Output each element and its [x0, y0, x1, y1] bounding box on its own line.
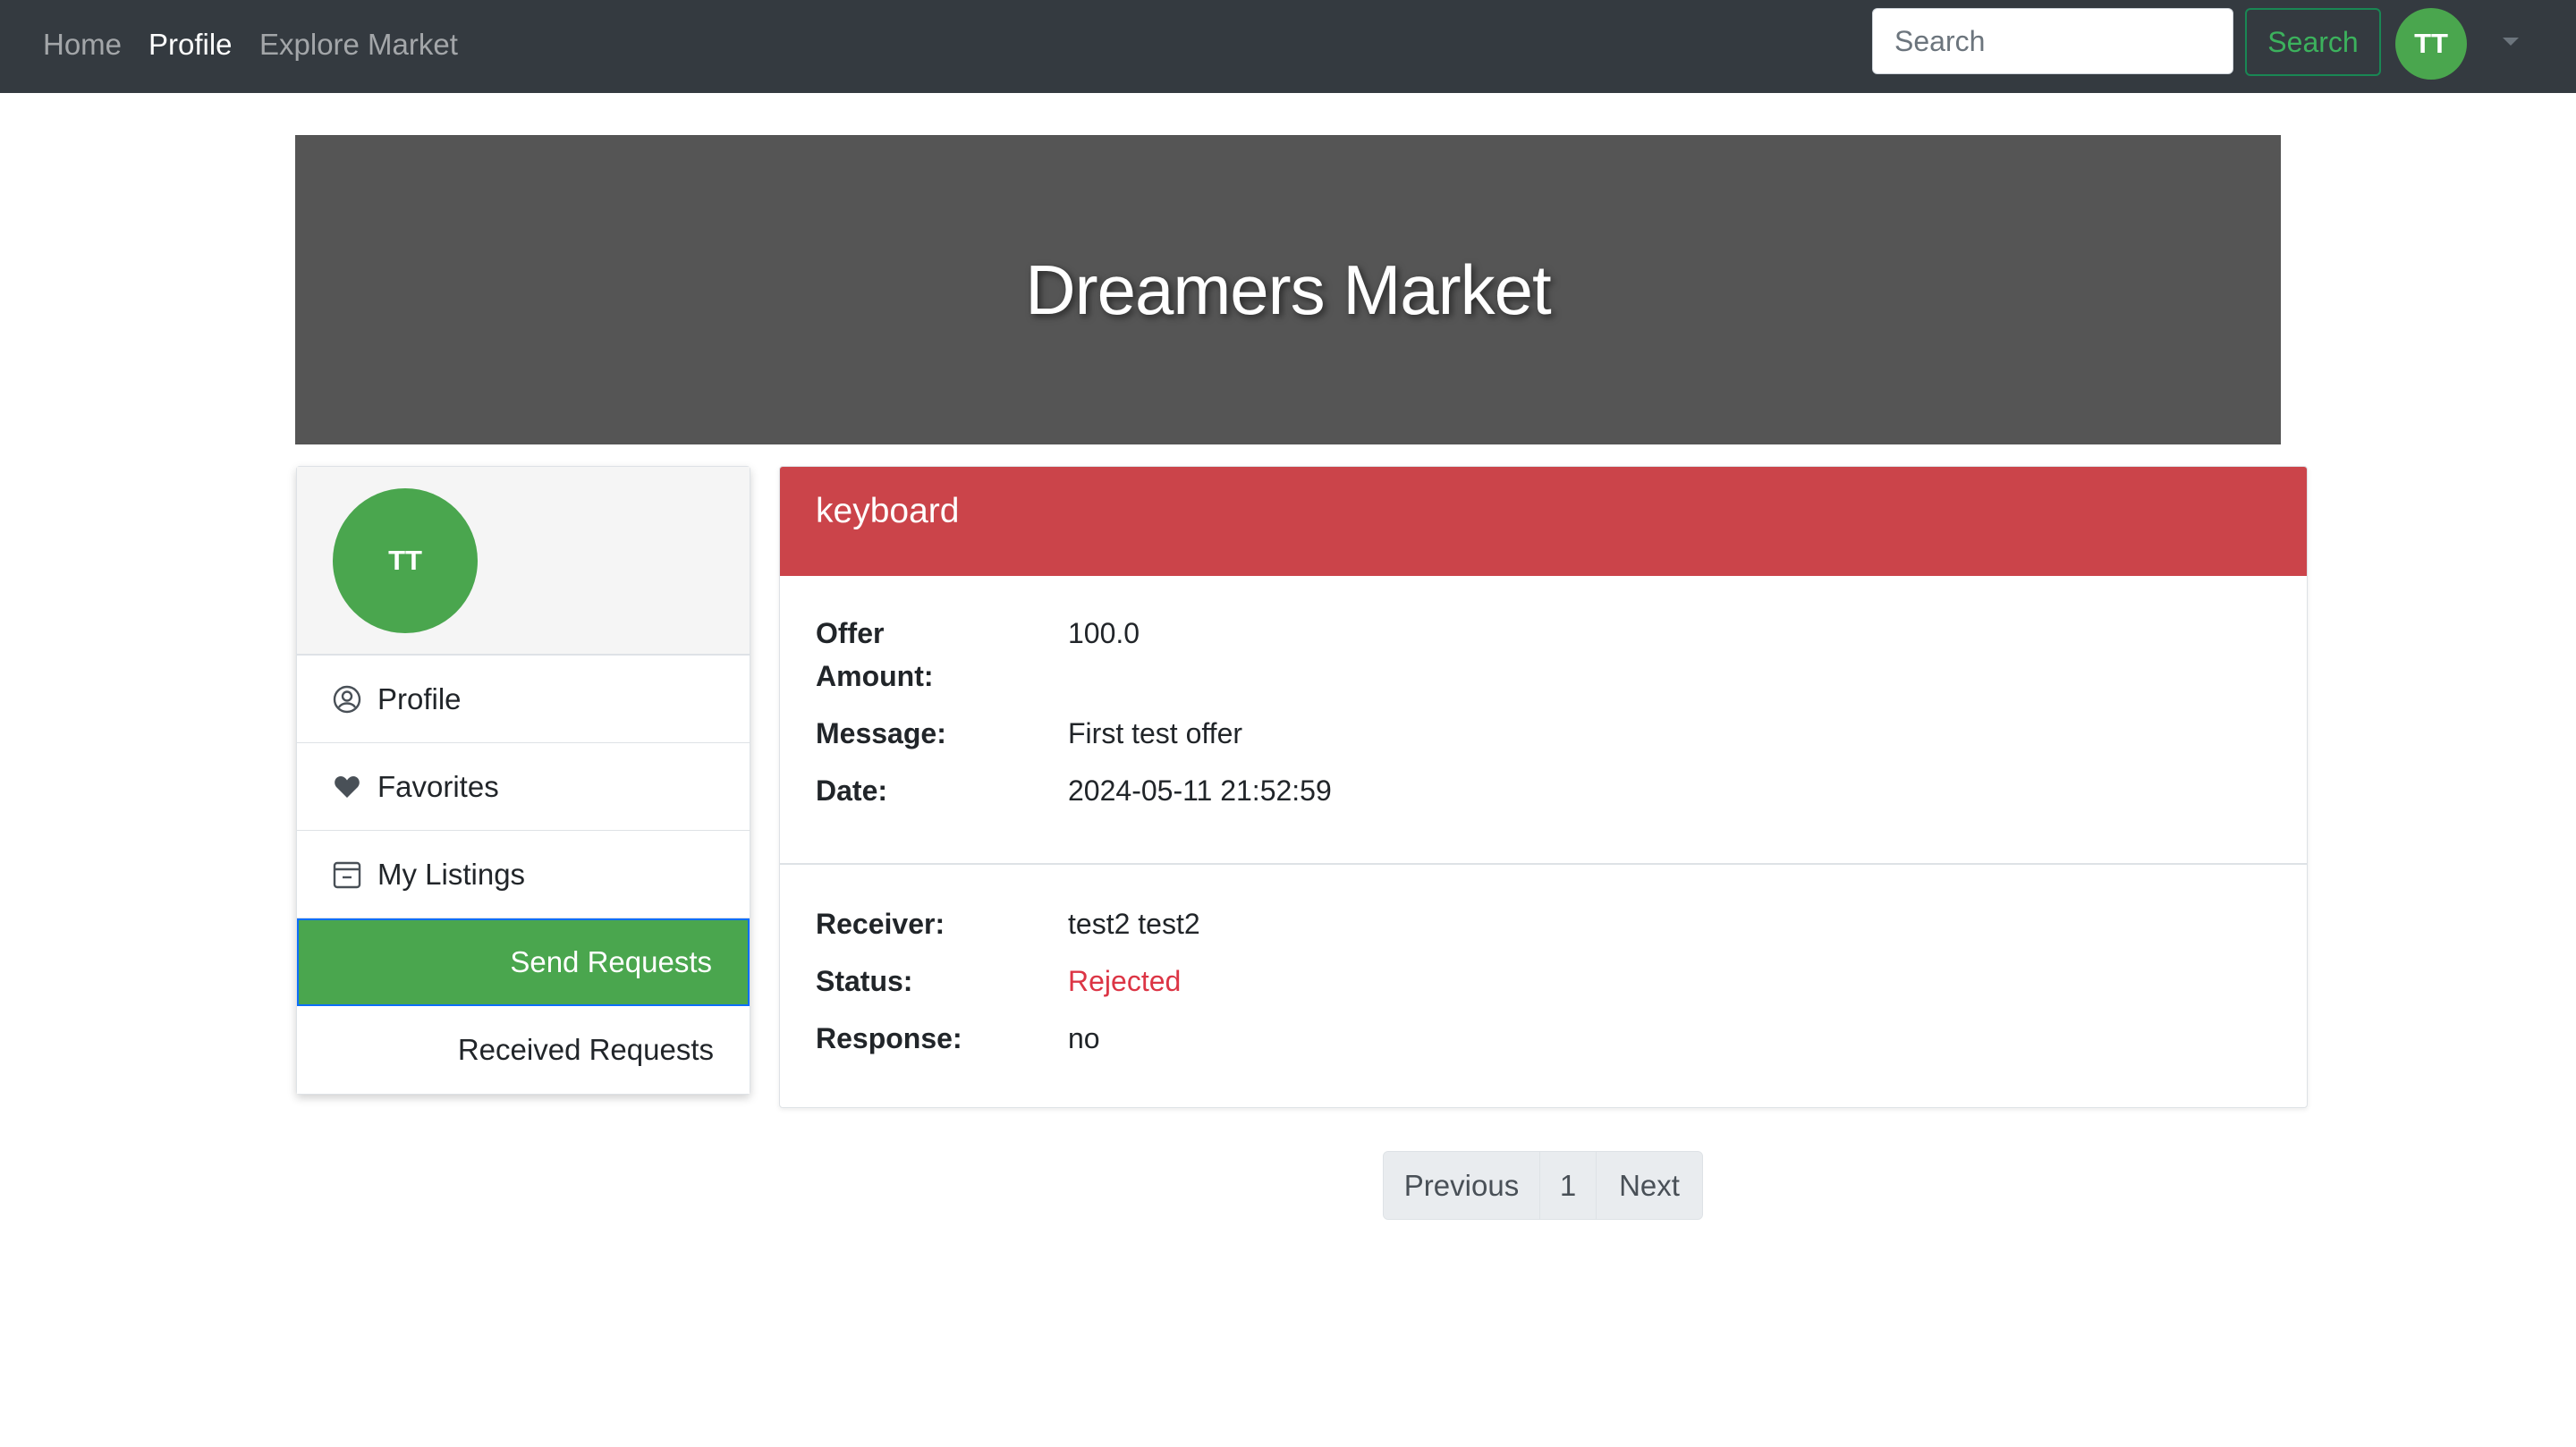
- sidebar-item-profile[interactable]: Profile: [297, 656, 750, 743]
- sidebar-item-label: Favorites: [377, 769, 499, 803]
- dropdown-caret-icon[interactable]: [2503, 38, 2519, 46]
- banner-title: Dreamers Market: [1025, 250, 1551, 329]
- receiver-value: test2 test2: [1068, 908, 1200, 940]
- offer-amount-label: Offer Amount:: [816, 617, 934, 692]
- sidebar-item-label: Send Requests: [510, 945, 712, 978]
- user-circle-icon: [333, 685, 361, 714]
- top-navbar: Home Profile Explore Market Search TT: [0, 0, 2576, 93]
- offer-amount-row: Offer Amount: 100.0: [816, 612, 1140, 698]
- sidebar-item-favorites[interactable]: Favorites: [297, 743, 750, 831]
- offer-details-section: Offer Amount: 100.0 Message: First test …: [780, 576, 2307, 865]
- pagination: Previous 1 Next: [1383, 1151, 1703, 1220]
- sidebar-item-label: Profile: [377, 681, 462, 715]
- search-button[interactable]: Search: [2245, 8, 2381, 76]
- offer-card: keyboard Offer Amount: 100.0 Message: Fi…: [779, 466, 2308, 1108]
- message-label: Message:: [816, 717, 946, 749]
- date-label: Date:: [816, 774, 888, 807]
- nav-link-explore-market[interactable]: Explore Market: [259, 27, 458, 63]
- status-badge: Rejected: [1068, 965, 1182, 997]
- calendar-minus-icon: [333, 860, 361, 889]
- user-avatar[interactable]: TT: [2395, 8, 2467, 80]
- date-value: 2024-05-11 21:52:59: [1068, 774, 1332, 807]
- pagination-page-1[interactable]: 1: [1540, 1152, 1597, 1219]
- pagination-previous-button[interactable]: Previous: [1384, 1152, 1540, 1219]
- sidebar-item-received-requests[interactable]: Received Requests: [297, 1006, 750, 1094]
- status-row: Status: Rejected: [816, 960, 1181, 1003]
- search-input[interactable]: [1872, 8, 2233, 74]
- sidebar-item-my-listings[interactable]: My Listings: [297, 831, 750, 918]
- offer-title: keyboard: [780, 467, 2307, 576]
- pagination-next-button[interactable]: Next: [1597, 1152, 1702, 1219]
- response-label: Response:: [816, 1022, 962, 1054]
- offer-amount-value: 100.0: [1068, 617, 1140, 649]
- message-value: First test offer: [1068, 717, 1243, 749]
- profile-avatar: TT: [333, 488, 478, 633]
- sidebar-header: TT: [297, 467, 750, 656]
- sidebar-item-send-requests[interactable]: Send Requests: [297, 918, 750, 1006]
- date-row: Date: 2024-05-11 21:52:59: [816, 769, 1332, 812]
- receiver-label: Receiver:: [816, 908, 945, 940]
- response-row: Response: no: [816, 1017, 1100, 1060]
- hero-banner: Dreamers Market: [295, 135, 2281, 444]
- message-row: Message: First test offer: [816, 712, 1242, 755]
- nav-link-profile[interactable]: Profile: [148, 27, 233, 63]
- nav-link-home[interactable]: Home: [43, 27, 122, 63]
- offer-status-section: Receiver: test2 test2 Status: Rejected R…: [780, 865, 2307, 1054]
- sidebar-item-label: Received Requests: [457, 1033, 714, 1066]
- profile-sidebar: TT Profile Favorites My Listings Send Re…: [296, 466, 750, 1095]
- heart-icon: [333, 773, 361, 801]
- response-value: no: [1068, 1022, 1100, 1054]
- receiver-row: Receiver: test2 test2: [816, 902, 1200, 945]
- status-label: Status:: [816, 965, 913, 997]
- sidebar-item-label: My Listings: [377, 857, 526, 891]
- field-label: Offer Amount:: [816, 612, 1068, 698]
